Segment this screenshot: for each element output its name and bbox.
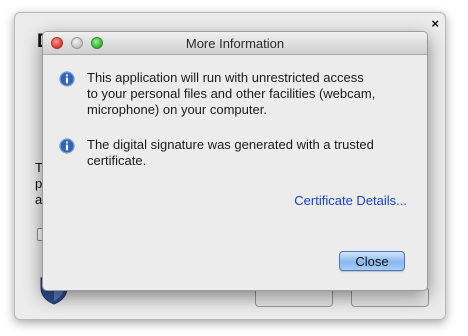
info-message: The digital signature was generated with… (59, 137, 411, 169)
background-close-icon[interactable]: × (431, 16, 439, 31)
info-message-text: This application will run with unrestric… (87, 70, 376, 117)
info-icon (59, 138, 75, 154)
certificate-details-link[interactable]: Certificate Details... (294, 193, 407, 208)
title-bar[interactable]: More Information (43, 32, 427, 55)
info-message-text: The digital signature was generated with… (87, 137, 374, 168)
info-icon (59, 71, 75, 87)
screen: × D T p a More Information This appl (0, 0, 468, 336)
close-button[interactable]: Close (339, 251, 405, 271)
more-information-dialog: More Information This application will r… (42, 31, 428, 291)
window-title: More Information (185, 36, 285, 51)
info-message: This application will run with unrestric… (59, 70, 411, 118)
